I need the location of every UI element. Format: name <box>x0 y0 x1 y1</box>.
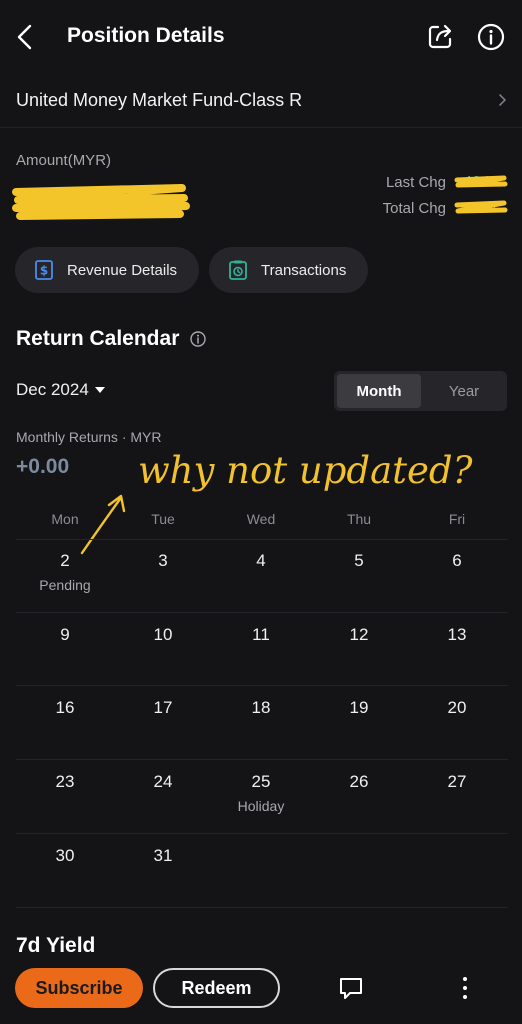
calendar-day-cell[interactable]: 9 <box>16 613 114 685</box>
amount-value-redacted: 00,170 <box>12 180 190 224</box>
calendar-day-number: 26 <box>349 772 369 791</box>
more-options-icon[interactable] <box>454 974 476 1002</box>
chat-icon[interactable] <box>337 974 365 1002</box>
calendar-day-cell[interactable]: 24 <box>114 760 212 832</box>
calendar-day-number: 3 <box>158 551 168 570</box>
period-toggle: Month Year <box>334 371 507 411</box>
weekday-label: Mon <box>51 511 79 527</box>
info-icon <box>477 23 505 51</box>
share-icon <box>428 24 452 49</box>
redaction-scribble <box>454 175 508 188</box>
calendar-day-cell[interactable]: 20 <box>408 686 506 758</box>
total-change-label: Total Chg <box>382 199 446 217</box>
calendar-day-cell[interactable]: 31 <box>114 834 212 906</box>
chevron-right-icon <box>499 94 507 106</box>
page-title: Position Details <box>67 24 225 47</box>
back-button[interactable] <box>14 22 38 52</box>
calendar-day-cell[interactable]: 26 <box>310 760 408 832</box>
calendar-day-cell[interactable]: 23 <box>16 760 114 832</box>
last-change-row: Last Chg +10.0 <box>386 172 508 192</box>
toggle-month[interactable]: Month <box>337 374 421 408</box>
calendar-day-number: 13 <box>447 625 467 644</box>
svg-text:$: $ <box>40 264 48 278</box>
weekday-label: Tue <box>151 511 175 527</box>
calendar-day-cell[interactable]: 12 <box>310 613 408 685</box>
last-change-value-redacted: +10.0 <box>454 172 508 192</box>
back-arrow-icon <box>17 24 32 50</box>
calendar-day-cell[interactable]: 17 <box>114 686 212 758</box>
calendar-day-cell[interactable]: 25 Holiday <box>212 760 310 832</box>
info-button[interactable] <box>476 22 506 52</box>
fund-row[interactable]: United Money Market Fund-Class R <box>0 74 522 128</box>
revenue-details-button[interactable]: $ Revenue Details <box>15 247 199 293</box>
calendar-day-cell[interactable]: 16 <box>16 686 114 758</box>
calendar-day-number: 17 <box>153 698 173 717</box>
calendar-day-note: Pending <box>39 577 91 593</box>
calendar-day-number: 19 <box>349 698 369 717</box>
calendar-day-cell[interactable]: 2 Pending <box>16 539 114 611</box>
total-change-row: Total Chg +45.67 <box>383 198 508 218</box>
calendar-day-cell[interactable]: 4 <box>212 539 310 611</box>
calendar-day-cell[interactable]: 18 <box>212 686 310 758</box>
weekday-label: Fri <box>448 511 466 527</box>
revenue-details-label: Revenue Details <box>67 261 178 279</box>
transactions-label: Transactions <box>261 261 347 279</box>
calendar-day-note: Holiday <box>237 798 285 814</box>
calendar-day-cell[interactable]: 30 <box>16 834 114 906</box>
calendar-day-cell[interactable]: 5 <box>310 539 408 611</box>
calendar-day-cell[interactable]: 19 <box>310 686 408 758</box>
calendar-day-number: 20 <box>447 698 467 717</box>
calendar-day-number: 27 <box>447 772 467 791</box>
total-change-value-redacted: +45.67 <box>454 198 508 218</box>
calendar-day-number: 12 <box>349 625 369 644</box>
transactions-button[interactable]: Transactions <box>209 247 368 293</box>
calendar-day-number: 10 <box>153 625 173 644</box>
bottom-action-bar: Subscribe Redeem <box>0 956 522 1024</box>
redaction-scribble <box>12 184 190 220</box>
weekday-label: Wed <box>246 511 276 527</box>
calendar-day-number: 23 <box>55 772 75 791</box>
calendar-day-number: 11 <box>252 625 270 644</box>
calendar-divider <box>16 907 508 908</box>
month-selector[interactable]: Dec 2024 <box>16 380 105 400</box>
calendar-day-number: 16 <box>55 698 75 717</box>
calendar-day-number: 25 <box>251 772 271 791</box>
subscribe-button[interactable]: Subscribe <box>15 968 143 1008</box>
calendar-day-cell[interactable]: 6 <box>408 539 506 611</box>
monthly-returns-value: +0.00 <box>16 455 70 478</box>
calendar-day-cell[interactable]: 3 <box>114 539 212 611</box>
caret-down-icon <box>94 387 105 393</box>
calendar-day-cell[interactable]: 27 <box>408 760 506 832</box>
header: Position Details <box>0 0 522 74</box>
fund-name: United Money Market Fund-Class R <box>16 90 303 110</box>
month-selector-label: Dec 2024 <box>16 380 89 399</box>
redeem-button[interactable]: Redeem <box>153 968 280 1008</box>
calendar-day-number: 4 <box>256 551 266 570</box>
calendar-day-cell[interactable]: 10 <box>114 613 212 685</box>
calendar-day-number: 9 <box>60 625 70 644</box>
dollar-document-icon: $ <box>35 260 53 280</box>
redaction-scribble <box>454 200 508 214</box>
last-change-label: Last Chg <box>385 173 446 191</box>
return-calendar-title: Return Calendar <box>16 327 180 350</box>
calendar-day-cell[interactable]: 11 <box>212 613 310 685</box>
calendar-day-number: 6 <box>452 551 462 570</box>
share-button[interactable] <box>427 22 455 50</box>
info-icon[interactable] <box>189 330 207 348</box>
weekday-label: Thu <box>346 511 372 527</box>
calendar-day-number: 18 <box>251 698 271 717</box>
calendar-day-number: 31 <box>153 846 173 865</box>
calendar-day-number: 5 <box>354 551 364 570</box>
calendar-day-cell[interactable]: 13 <box>408 613 506 685</box>
amount-label: Amount(MYR) <box>16 152 112 169</box>
clipboard-clock-icon <box>229 260 247 280</box>
calendar-day-number: 2 <box>60 551 70 570</box>
calendar-day-number: 30 <box>55 846 75 865</box>
weekday-header: Mon Tue Wed Thu Fri <box>16 511 508 533</box>
toggle-year[interactable]: Year <box>424 374 504 408</box>
annotation-text: why not updated? <box>138 449 474 492</box>
yield-section-title: 7d Yield <box>16 934 96 957</box>
calendar-day-number: 24 <box>153 772 173 791</box>
